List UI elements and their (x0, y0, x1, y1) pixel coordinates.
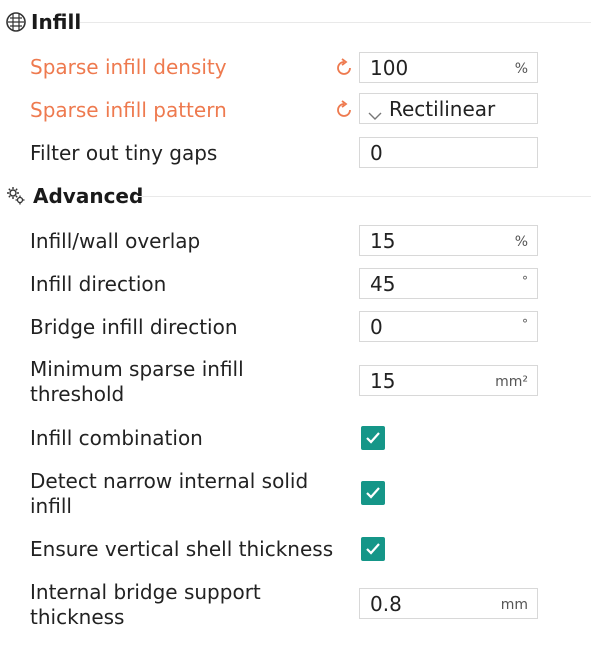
bridge-support-thickness-field[interactable]: 0.8 mm (359, 588, 538, 619)
reset-arrow-icon[interactable] (333, 99, 355, 121)
unit-label: mm² (495, 374, 528, 390)
ensure-vertical-checkbox[interactable] (361, 537, 385, 561)
setting-label: Ensure vertical shell thickness (30, 537, 334, 561)
setting-label: Bridge infill direction (30, 315, 238, 339)
infill-combination-checkbox[interactable] (361, 426, 385, 450)
field-value: 15 (370, 369, 396, 393)
field-value: 0 (370, 141, 383, 165)
bridge-infill-direction-field[interactable]: 0 ° (359, 311, 538, 342)
detect-narrow-checkbox[interactable] (361, 481, 385, 505)
field-value: 0.8 (370, 592, 402, 616)
unit-label: % (514, 61, 528, 77)
unit-label: ° (522, 317, 528, 331)
infill-wall-overlap-field[interactable]: 15 % (359, 225, 538, 256)
setting-label: Infill combination (30, 426, 203, 450)
field-value: 0 (370, 315, 383, 339)
sparse-infill-density-field[interactable]: 100 % (359, 52, 538, 83)
setting-label: Infill direction (30, 272, 167, 296)
setting-label: Filter out tiny gaps (30, 141, 218, 165)
sparse-infill-pattern-select[interactable]: Rectilinear (359, 93, 538, 124)
setting-label-line1: Minimum sparse infill (30, 357, 244, 381)
section-title: Advanced (33, 184, 144, 208)
setting-label: Sparse infill density (30, 55, 227, 79)
setting-label-line2: infill (30, 494, 72, 518)
setting-label-line2: threshold (30, 382, 125, 406)
chevron-down-icon (368, 105, 382, 120)
field-value: 45 (370, 272, 396, 296)
section-infill-header: Infill (0, 9, 81, 35)
checkmark-icon (366, 432, 380, 444)
gear-icon (3, 183, 29, 209)
min-sparse-threshold-field[interactable]: 15 mm² (359, 365, 538, 396)
field-value: 15 (370, 229, 396, 253)
checkmark-icon (366, 543, 380, 555)
infill-icon (3, 9, 29, 35)
section-title: Infill (31, 10, 82, 34)
divider (80, 22, 591, 23)
unit-label: % (514, 234, 528, 250)
setting-label: Sparse infill pattern (30, 98, 227, 122)
checkmark-icon (366, 487, 380, 499)
unit-label: mm (500, 597, 528, 613)
divider (138, 196, 591, 197)
selected-value: Rectilinear (389, 97, 496, 121)
setting-label-line2: thickness (30, 605, 125, 629)
filter-tiny-gaps-field[interactable]: 0 (359, 137, 538, 168)
unit-label: ° (522, 274, 528, 288)
setting-label-line1: Internal bridge support (30, 580, 261, 604)
setting-label-line1: Detect narrow internal solid (30, 469, 309, 493)
section-advanced-header: Advanced (0, 183, 143, 209)
field-value: 100 (370, 56, 409, 80)
infill-direction-field[interactable]: 45 ° (359, 268, 538, 299)
reset-arrow-icon[interactable] (333, 57, 355, 79)
setting-label: Infill/wall overlap (30, 229, 201, 253)
